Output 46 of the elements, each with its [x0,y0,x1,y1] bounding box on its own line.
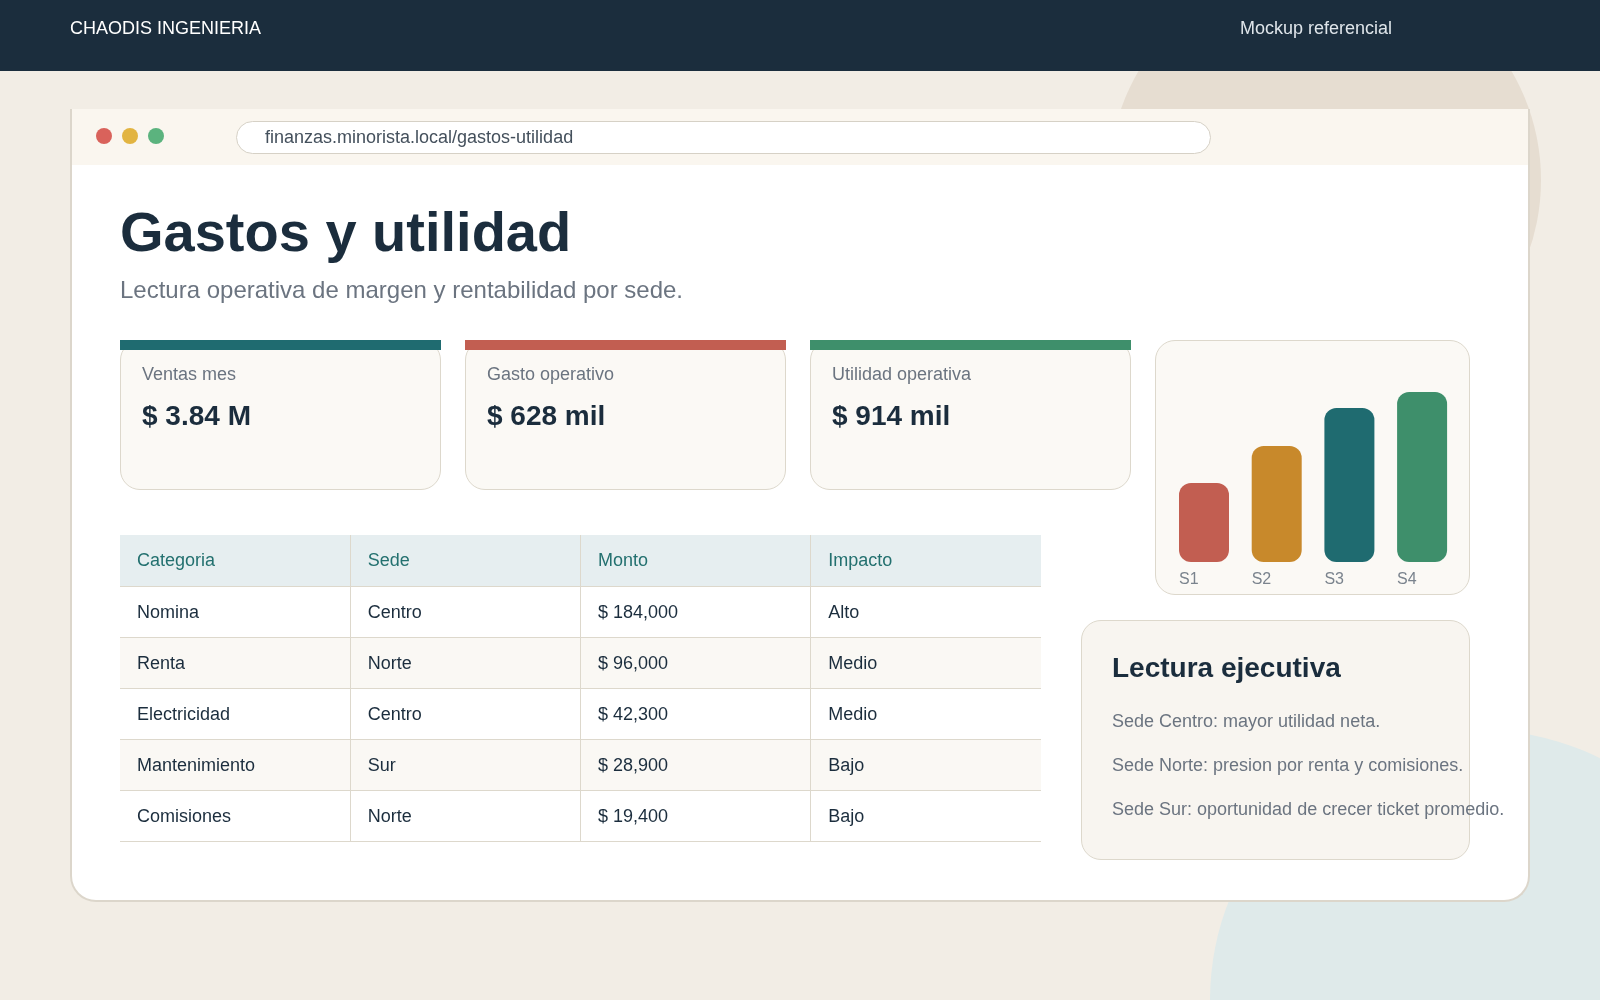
summary-line: Sede Sur: oportunidad de crecer ticket promedio. [1112,799,1505,820]
kpi-value: $ 914 mil [832,400,952,432]
address-field[interactable]: finanzas.minorista.local/gastos-utilidad [236,120,1211,154]
page-subtitle: Lectura operativa de margen y rentabilidad por sede. [120,276,684,304]
column-header: Monto [580,535,811,587]
kpi-value: $ 3.84 M [142,400,252,432]
table-cell: Centro [350,688,581,740]
mockup-note: Mockup referencial [1239,18,1392,39]
table-cell: Medio [810,688,1041,740]
kpi-label: Ventas mes [142,364,238,385]
bar-label: S3 [1324,570,1344,587]
column-header: Impacto [810,535,1041,587]
table-cell: Nomina [120,586,351,638]
table-cell: $ 19,400 [580,790,811,842]
kpi-label: Gasto operativo [487,364,616,385]
table-cell: Sur [350,739,581,791]
bar-label: S1 [1179,570,1199,587]
table-cell: Norte [350,637,581,689]
brand-name: CHAODIS INGENIERIA [70,18,262,39]
table-cell: Bajo [810,790,1041,842]
table-cell: Norte [350,790,581,842]
window-control-icon[interactable] [148,128,164,144]
table-cell: Medio [810,637,1041,689]
bar-label: S2 [1251,570,1272,587]
table-cell: $ 184,000 [580,586,811,638]
table-cell: $ 28,900 [580,739,811,791]
table-cell: Alto [810,586,1041,638]
column-header: Sede [350,535,581,587]
column-header: Categoria [120,535,351,587]
table-cell: Renta [120,637,351,689]
window-control-icon[interactable] [122,128,138,144]
table-cell: Mantenimiento [120,739,351,791]
bar-label: S4 [1397,570,1417,587]
table-cell: $ 42,300 [580,688,811,740]
table-cell: Electricidad [120,688,351,740]
summary-line: Sede Norte: presion por renta y comisiones. [1112,755,1464,776]
kpi-label: Utilidad operativa [832,364,973,385]
table-cell: Centro [350,586,581,638]
table-cell: Comisiones [120,790,351,842]
page-title: Gastos y utilidad [120,200,573,264]
window-control-icon[interactable] [96,128,112,144]
kpi-value: $ 628 mil [487,400,607,432]
table-cell: $ 96,000 [580,637,811,689]
summary-title: Lectura ejecutiva [1112,652,1342,684]
table-cell: Bajo [810,739,1041,791]
summary-line: Sede Centro: mayor utilidad neta. [1112,711,1381,732]
